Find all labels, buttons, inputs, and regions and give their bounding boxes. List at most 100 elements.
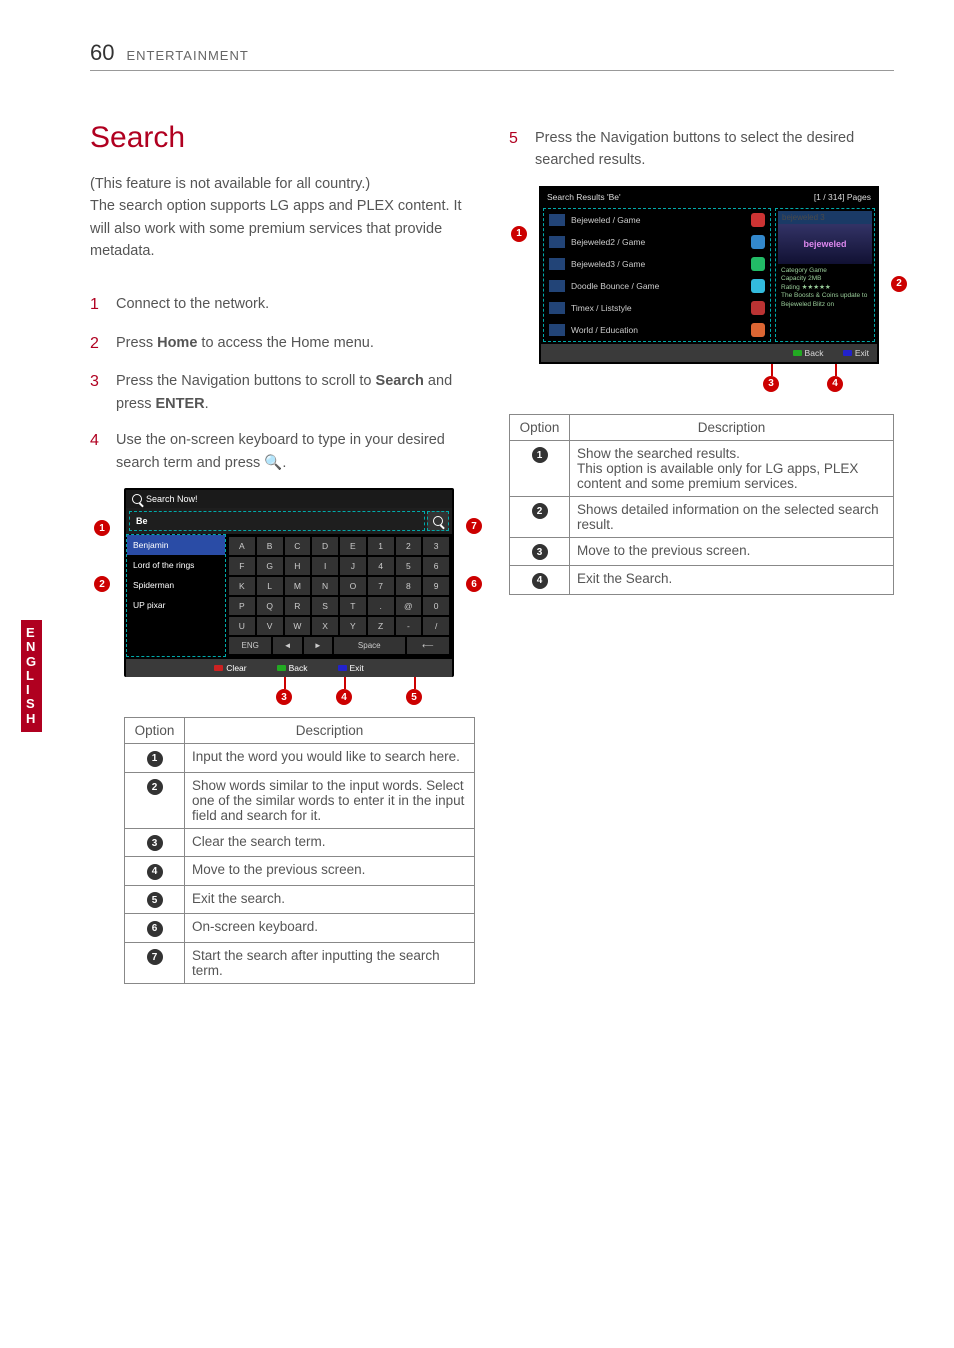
result-label: World / Education xyxy=(571,325,638,335)
step-item: 2 Press Home to access the Home menu. xyxy=(90,332,475,357)
result-app-icon xyxy=(751,235,765,249)
result-app-icon xyxy=(751,279,765,293)
keyboard-key[interactable]: 1 xyxy=(368,537,394,555)
keyboard-key[interactable]: K xyxy=(229,577,255,595)
back-button[interactable]: Back xyxy=(277,663,308,673)
table-header-description: Description xyxy=(570,414,894,440)
result-item[interactable]: Bejeweled3 / Game xyxy=(544,253,770,275)
suggestion-item[interactable]: Lord of the rings xyxy=(127,555,225,575)
steps-list-right: 5 Press the Navigation buttons to select… xyxy=(509,127,894,172)
keyboard-key[interactable]: 5 xyxy=(396,557,422,575)
table-row: 2Shows detailed information on the selec… xyxy=(510,496,894,537)
keyboard-key[interactable]: 3 xyxy=(423,537,449,555)
table-row: 4Move to the previous screen. xyxy=(125,857,475,886)
keyboard-key[interactable]: 0 xyxy=(423,597,449,615)
keyboard-key[interactable]: Y xyxy=(340,617,366,635)
keyboard-key[interactable]: X xyxy=(312,617,338,635)
keyboard-key[interactable]: 2 xyxy=(396,537,422,555)
keyboard-key[interactable]: P xyxy=(229,597,255,615)
keyboard-key[interactable]: M xyxy=(285,577,311,595)
result-app-icon xyxy=(751,323,765,337)
keyboard-key[interactable]: @ xyxy=(396,597,422,615)
option-desc: Show the searched results. This option i… xyxy=(570,440,894,496)
keyboard-key[interactable]: L xyxy=(257,577,283,595)
keyboard-key[interactable]: J xyxy=(340,557,366,575)
result-label: Doodle Bounce / Game xyxy=(571,281,659,291)
keyboard-key[interactable]: 4 xyxy=(368,557,394,575)
keyboard-key[interactable]: 9 xyxy=(423,577,449,595)
result-item[interactable]: Bejeweled2 / Game xyxy=(544,231,770,253)
keyboard-key[interactable]: V xyxy=(257,617,283,635)
keyboard-key[interactable]: ◄ xyxy=(273,637,301,654)
option-desc: Clear the search term. xyxy=(185,828,475,857)
step-number: 5 xyxy=(509,127,523,172)
keyboard-key[interactable]: ⟵ xyxy=(407,637,449,654)
keyboard-key[interactable]: 7 xyxy=(368,577,394,595)
keyboard-key[interactable]: / xyxy=(423,617,449,635)
onscreen-keyboard: ABCDE123 FGHIJ456 KLMNO789 PQRST.@0 UVWXYZ-/… xyxy=(226,534,452,657)
suggestion-item[interactable]: Spiderman xyxy=(127,575,225,595)
option-badge: 3 xyxy=(147,835,163,851)
keyboard-key[interactable]: ► xyxy=(304,637,332,654)
option-badge: 1 xyxy=(147,751,163,767)
search-submit-icon[interactable] xyxy=(427,511,449,531)
keyboard-key[interactable]: R xyxy=(285,597,311,615)
step-text: Press the Navigation buttons to select t… xyxy=(535,127,894,172)
option-desc: Show words similar to the input words. S… xyxy=(185,772,475,828)
keyboard-key[interactable]: - xyxy=(396,617,422,635)
suggestion-item[interactable]: UP pixar xyxy=(127,595,225,615)
keyboard-key[interactable]: Z xyxy=(368,617,394,635)
keyboard-key[interactable]: O xyxy=(340,577,366,595)
exit-button[interactable]: Exit xyxy=(338,663,364,673)
table-row: 1Show the searched results. This option … xyxy=(510,440,894,496)
keyboard-key[interactable]: Q xyxy=(257,597,283,615)
keyboard-key[interactable]: S xyxy=(312,597,338,615)
exit-button[interactable]: Exit xyxy=(843,348,869,358)
result-label: Timex / Liststyle xyxy=(571,303,632,313)
result-thumb-icon xyxy=(549,280,565,292)
result-item[interactable]: Bejeweled / Game xyxy=(544,209,770,231)
results-footer: Back Exit xyxy=(541,344,877,362)
keyboard-key[interactable]: 6 xyxy=(423,557,449,575)
keyboard-key[interactable]: ENG xyxy=(229,637,271,654)
keyboard-key[interactable]: N xyxy=(312,577,338,595)
callout-3: 3 xyxy=(763,376,779,392)
result-thumb-icon xyxy=(549,258,565,270)
keyboard-key[interactable]: D xyxy=(312,537,338,555)
result-item[interactable]: Timex / Liststyle xyxy=(544,297,770,319)
search-input[interactable]: Be xyxy=(129,511,425,531)
keyboard-key[interactable]: A xyxy=(229,537,255,555)
result-item[interactable]: World / Education xyxy=(544,319,770,341)
suggestion-item[interactable]: Benjamin xyxy=(127,535,225,555)
callout-1: 1 xyxy=(511,226,527,242)
keyboard-key[interactable]: T xyxy=(340,597,366,615)
keyboard-key[interactable]: G xyxy=(257,557,283,575)
option-desc: Exit the search. xyxy=(185,885,475,914)
keyboard-key[interactable]: B xyxy=(257,537,283,555)
intro-text: (This feature is not available for all c… xyxy=(90,173,475,263)
keyboard-key[interactable]: U xyxy=(229,617,255,635)
detail-meta: Category GameCapacity 2MBRating ★★★★★The… xyxy=(778,264,872,312)
option-desc: Start the search after inputting the sea… xyxy=(185,942,475,983)
callout-1: 1 xyxy=(94,520,110,536)
keyboard-key[interactable]: E xyxy=(340,537,366,555)
clear-button[interactable]: Clear xyxy=(214,663,246,673)
keyboard-key[interactable]: W xyxy=(285,617,311,635)
screenshot-footer: Clear Back Exit xyxy=(126,659,452,677)
language-tab: ENGLISH xyxy=(21,620,42,732)
keyboard-key[interactable]: F xyxy=(229,557,255,575)
callout-6: 6 xyxy=(466,576,482,592)
option-badge: 5 xyxy=(147,892,163,908)
keyboard-key[interactable]: 8 xyxy=(396,577,422,595)
keyboard-key[interactable]: Space xyxy=(334,637,405,654)
result-label: Bejeweled2 / Game xyxy=(571,237,645,247)
result-item[interactable]: Doodle Bounce / Game xyxy=(544,275,770,297)
back-button[interactable]: Back xyxy=(793,348,823,358)
keyboard-key[interactable]: I xyxy=(312,557,338,575)
keyboard-key[interactable]: C xyxy=(285,537,311,555)
table-header-option: Option xyxy=(125,718,185,744)
detail-meta-line: The Boosts & Coins update to Bejeweled B… xyxy=(781,292,869,309)
results-list: Bejeweled / Game Bejeweled2 / Game Bejewel… xyxy=(543,208,771,342)
keyboard-key[interactable]: H xyxy=(285,557,311,575)
keyboard-key[interactable]: . xyxy=(368,597,394,615)
